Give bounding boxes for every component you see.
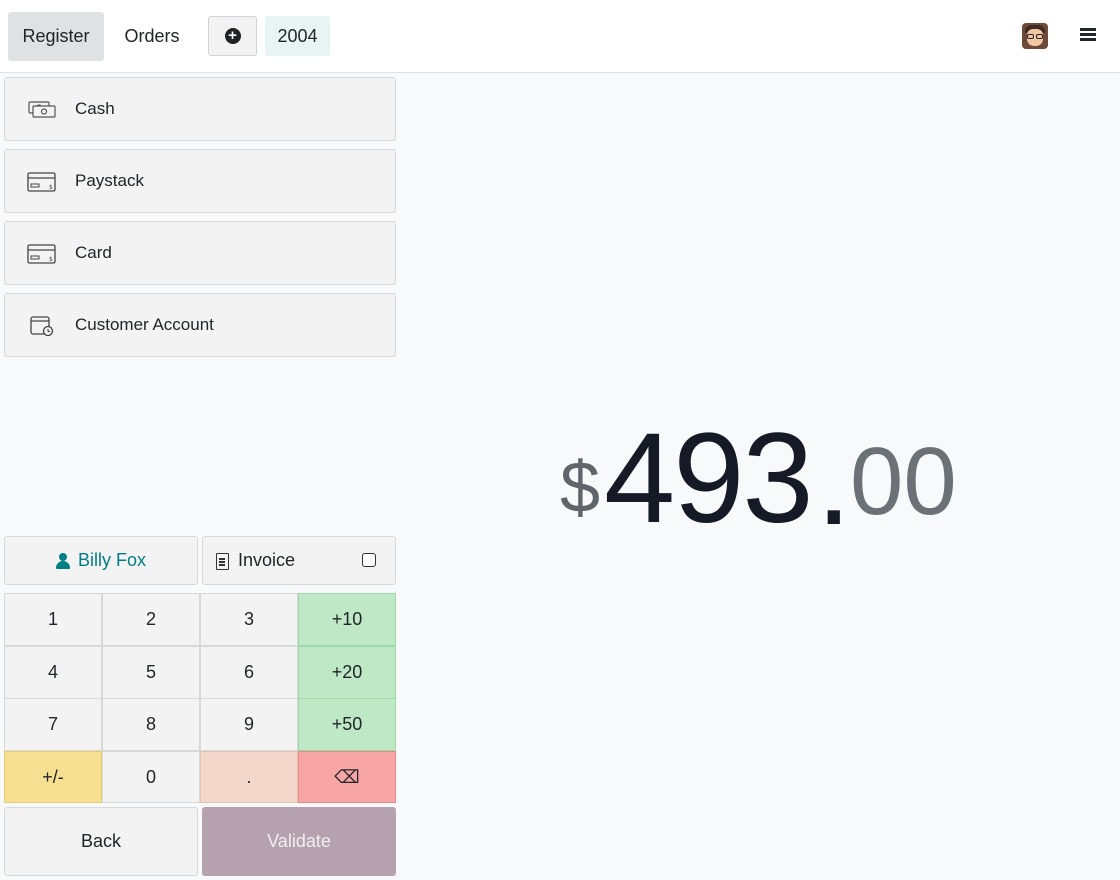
numpad-key-6[interactable]: 6 xyxy=(200,646,298,699)
amount-integer: 493 xyxy=(604,407,814,550)
hamburger-menu-icon[interactable] xyxy=(1080,28,1096,42)
numpad-key-decimal[interactable]: . xyxy=(200,751,298,803)
new-order-button[interactable]: + xyxy=(208,16,257,56)
validate-button[interactable]: Validate xyxy=(202,807,396,876)
payment-amount-display: $ 493 . 00 xyxy=(560,405,980,552)
numpad-key-9[interactable]: 9 xyxy=(200,698,298,751)
card-icon: $ xyxy=(27,172,56,192)
amount-separator: . xyxy=(816,409,852,552)
customer-account-icon xyxy=(30,316,54,337)
card-icon: $ xyxy=(27,244,56,264)
numpad-key-plus-50[interactable]: +50 xyxy=(298,698,396,751)
invoice-checkbox[interactable] xyxy=(362,553,376,567)
user-icon xyxy=(55,552,70,569)
orders-tab[interactable]: Orders xyxy=(112,12,192,61)
payment-method-label: Cash xyxy=(75,99,115,118)
back-button[interactable]: Back xyxy=(4,807,198,876)
numpad-key-backspace[interactable]: ⌫ xyxy=(298,751,396,803)
payment-method-label: Paystack xyxy=(75,171,144,190)
payment-method-label: Card xyxy=(75,243,112,262)
numpad-key-5[interactable]: 5 xyxy=(102,646,200,699)
numpad-key-plus-20[interactable]: +20 xyxy=(298,646,396,699)
plus-circle-icon: + xyxy=(224,28,241,44)
payment-method-paystack[interactable]: $ Paystack xyxy=(4,149,396,213)
amount-currency: $ xyxy=(560,448,601,528)
numpad-key-0[interactable]: 0 xyxy=(102,751,200,803)
numpad-key-1[interactable]: 1 xyxy=(4,593,102,646)
register-tab[interactable]: Register xyxy=(8,12,104,61)
payment-method-label: Customer Account xyxy=(75,315,214,334)
numpad-key-4[interactable]: 4 xyxy=(4,646,102,699)
amount-decimals: 00 xyxy=(850,428,957,535)
invoice-toggle[interactable]: Invoice xyxy=(202,536,396,585)
top-bar: Register Orders + 2004 xyxy=(0,0,1120,73)
payment-method-card[interactable]: $ Card xyxy=(4,221,396,285)
svg-text:$: $ xyxy=(49,184,53,191)
current-order-tab[interactable]: 2004 xyxy=(265,16,330,56)
invoice-label: Invoice xyxy=(238,550,296,570)
payment-method-customer-account[interactable]: Customer Account xyxy=(4,293,396,357)
cash-icon xyxy=(28,101,56,118)
customer-button[interactable]: Billy Fox xyxy=(4,536,198,585)
payment-method-cash[interactable]: Cash xyxy=(4,77,396,141)
numpad-key-2[interactable]: 2 xyxy=(102,593,200,646)
customer-name: Billy Fox xyxy=(77,550,146,570)
numpad-key-plus-10[interactable]: +10 xyxy=(298,593,396,646)
user-avatar[interactable] xyxy=(1022,23,1048,49)
numpad-key-3[interactable]: 3 xyxy=(200,593,298,646)
numpad-key-8[interactable]: 8 xyxy=(102,698,200,751)
svg-text:$: $ xyxy=(49,256,53,263)
numpad-key-7[interactable]: 7 xyxy=(4,698,102,751)
document-icon xyxy=(216,553,229,570)
numpad-key-sign[interactable]: +/- xyxy=(4,751,102,803)
